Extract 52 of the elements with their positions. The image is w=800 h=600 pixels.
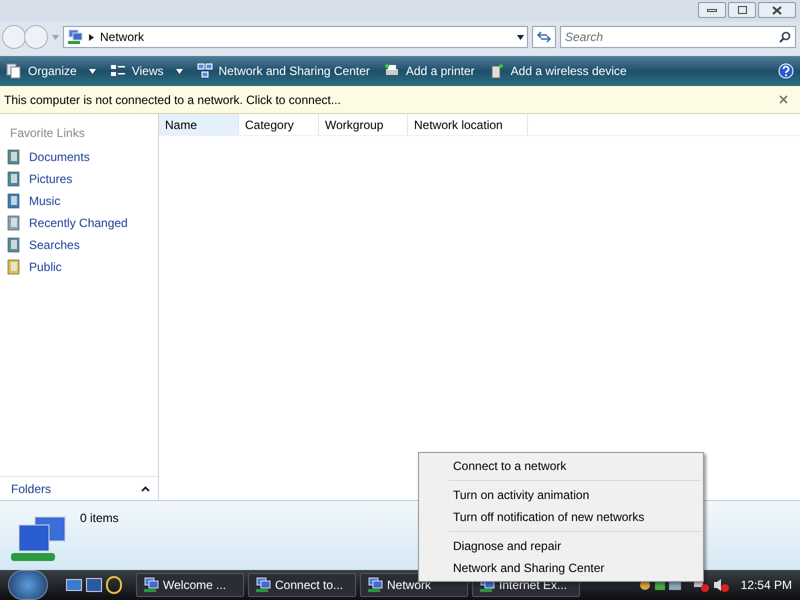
sidebar-item[interactable]: Documents — [0, 146, 158, 168]
device-icon — [488, 63, 505, 79]
close-icon — [772, 6, 782, 14]
desktop-icon[interactable] — [66, 579, 82, 591]
taskbar-button[interactable]: Connect to... — [248, 573, 356, 597]
toolbar-button[interactable]: Organize — [6, 62, 96, 80]
sidebar-item[interactable]: Searches — [0, 234, 158, 256]
toolbar-button[interactable]: Network and Sharing Center — [196, 62, 370, 80]
menu-item[interactable]: Connect to a network — [419, 455, 703, 477]
address-bar[interactable]: Network — [63, 26, 528, 48]
menu-item[interactable]: Diagnose and repair — [419, 535, 703, 557]
window-icon — [255, 577, 271, 593]
speaker-muted-icon[interactable] — [712, 578, 729, 592]
start-button[interactable] — [8, 570, 48, 600]
dropdown-caret-icon[interactable] — [517, 34, 524, 40]
windows-icon[interactable] — [86, 578, 102, 592]
window-icon — [367, 577, 383, 593]
views-icon — [110, 63, 126, 79]
pages-icon — [6, 63, 22, 79]
sidebar-item[interactable]: Recently Changed — [0, 212, 158, 234]
computers-icon — [196, 63, 212, 79]
arrows-icon — [537, 31, 551, 43]
caret-icon[interactable] — [176, 68, 182, 74]
computers-icon — [67, 29, 83, 45]
item-count: 0 items — [80, 510, 119, 527]
caret-icon[interactable] — [88, 68, 96, 74]
close-button[interactable] — [758, 2, 796, 18]
folders-label[interactable]: Folders — [11, 480, 52, 498]
chevron-up-icon[interactable] — [141, 486, 150, 492]
window-icon — [143, 577, 159, 593]
sidebar-item[interactable]: Pictures — [0, 168, 158, 190]
address-location[interactable]: Network — [100, 28, 144, 46]
sidebar-item[interactable]: Music — [0, 190, 158, 212]
toolbar-button[interactable]: Add a printer — [384, 62, 475, 80]
toolbar-button[interactable]: Add a wireless device — [488, 62, 627, 80]
menu-item[interactable]: Turn off notification of new networks — [419, 506, 703, 528]
sidebar-item[interactable]: Public — [0, 256, 158, 278]
menu-item[interactable]: Turn on activity animation — [419, 484, 703, 506]
minimize-button[interactable] — [698, 2, 726, 18]
info-message[interactable]: This computer is not connected to a network. Click to connect... — [4, 90, 779, 108]
clock[interactable]: 12:54 PM — [732, 576, 800, 594]
toolbar-button[interactable]: Views — [110, 62, 182, 80]
close-icon[interactable] — [779, 95, 788, 104]
breadcrumb-arrow-icon — [89, 34, 94, 40]
help-icon[interactable] — [778, 63, 794, 79]
taskbar-button[interactable]: Welcome ... — [136, 573, 244, 597]
column-header[interactable]: Name — [159, 114, 239, 135]
sidebar-heading: Favorite Links — [9, 125, 86, 142]
refresh-button[interactable] — [532, 26, 556, 48]
search-field[interactable]: Search — [560, 26, 796, 48]
restore-button[interactable] — [728, 2, 756, 18]
info-bar[interactable]: This computer is not connected to a network. Click to connect... — [0, 86, 800, 114]
